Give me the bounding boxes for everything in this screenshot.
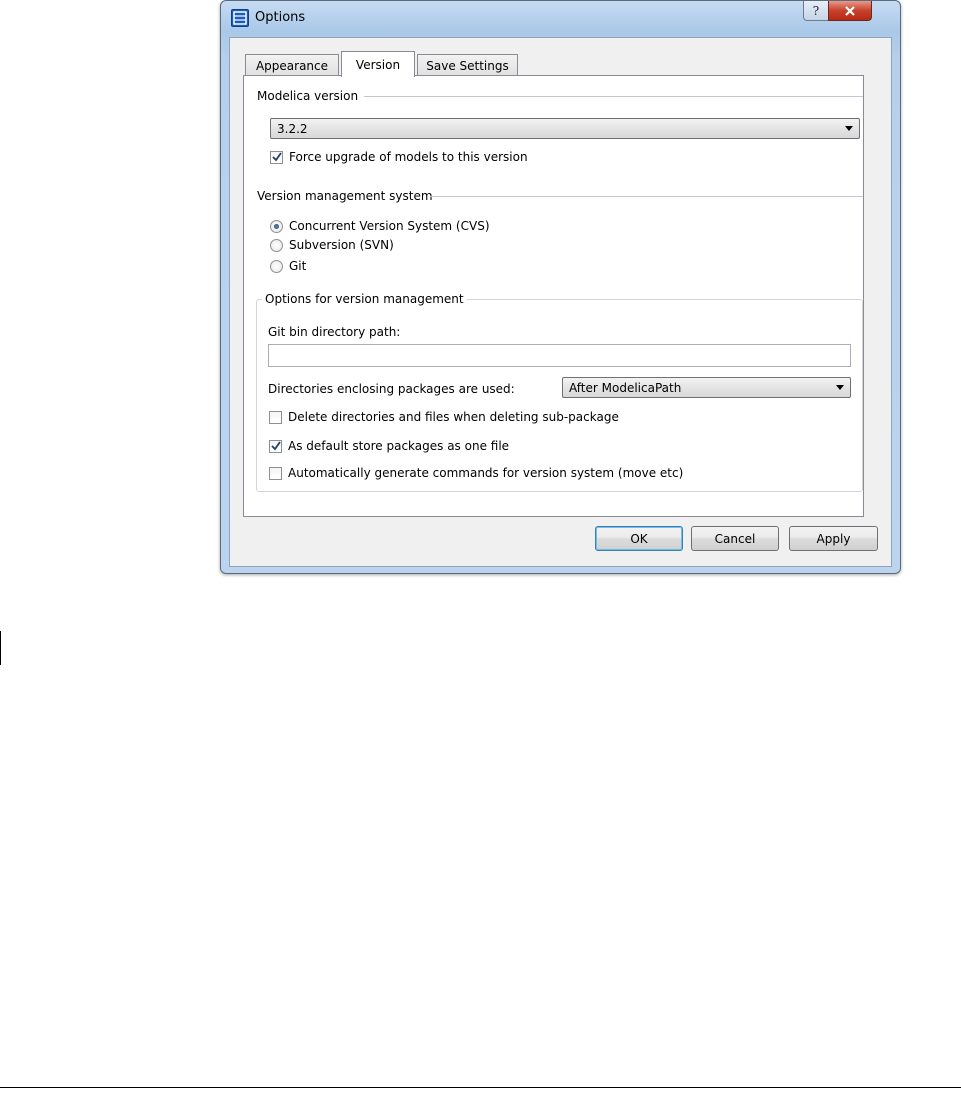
apply-button[interactable]: Apply <box>789 526 878 551</box>
dirs-label: Directories enclosing packages are used: <box>268 382 515 396</box>
group-divider <box>364 96 863 97</box>
radio-svn[interactable] <box>270 239 283 252</box>
app-icon <box>231 9 249 27</box>
apply-button-label: Apply <box>816 531 851 546</box>
radio-cvs-label: Concurrent Version System (CVS) <box>289 219 490 233</box>
tab-save-settings-label: Save Settings <box>426 58 509 73</box>
force-upgrade-label: Force upgrade of models to this version <box>289 150 528 164</box>
radio-git-label: Git <box>289 259 307 273</box>
git-path-input[interactable] <box>268 344 851 367</box>
ok-button-label: OK <box>630 531 648 546</box>
page-bottom-rule <box>0 1087 961 1088</box>
page-margin-mark <box>0 631 1 665</box>
radio-git[interactable] <box>270 260 283 273</box>
radio-svn-label: Subversion (SVN) <box>289 238 394 252</box>
checkmark-icon <box>271 441 281 451</box>
tab-appearance[interactable]: Appearance <box>245 54 339 76</box>
radio-dot-icon <box>274 224 279 229</box>
radio-cvs[interactable] <box>270 220 283 233</box>
help-button[interactable]: ? <box>803 1 829 21</box>
tab-save-settings[interactable]: Save Settings <box>417 54 518 76</box>
ok-button[interactable]: OK <box>595 526 683 551</box>
close-button[interactable] <box>828 1 872 21</box>
vms-group-title: Version management system <box>257 189 433 203</box>
modelica-version-select[interactable]: 3.2.2 <box>270 118 860 139</box>
cancel-button[interactable]: Cancel <box>691 526 779 551</box>
auto-commands-checkbox[interactable] <box>269 467 282 480</box>
force-upgrade-checkbox[interactable] <box>270 151 283 164</box>
auto-commands-label: Automatically generate commands for vers… <box>288 466 684 480</box>
git-path-label: Git bin directory path: <box>268 325 401 339</box>
dirs-select[interactable]: After ModelicaPath <box>562 377 851 398</box>
chevron-down-icon <box>845 126 853 131</box>
chevron-down-icon <box>836 385 844 390</box>
checkmark-icon <box>272 152 282 162</box>
window-title: Options <box>255 10 306 25</box>
tab-appearance-label: Appearance <box>255 58 329 73</box>
group-divider <box>430 196 863 197</box>
tab-version[interactable]: Version <box>341 51 415 77</box>
title-bar[interactable]: Options ? <box>221 1 900 37</box>
store-one-file-label: As default store packages as one file <box>288 439 510 453</box>
options-dialog: Options ? Appearance Version Save Settin… <box>220 0 901 574</box>
delete-dirs-label: Delete directories and files when deleti… <box>288 410 619 424</box>
help-icon: ? <box>812 3 820 18</box>
tab-version-label: Version <box>355 57 401 72</box>
vm-options-legend: Options for version management <box>262 292 467 306</box>
delete-dirs-checkbox[interactable] <box>269 411 282 424</box>
dirs-select-value: After ModelicaPath <box>569 381 682 395</box>
modelica-version-group-title: Modelica version <box>257 89 359 103</box>
modelica-version-value: 3.2.2 <box>277 122 308 136</box>
close-icon <box>845 5 855 16</box>
cancel-button-label: Cancel <box>714 531 756 546</box>
store-one-file-checkbox[interactable] <box>269 440 282 453</box>
